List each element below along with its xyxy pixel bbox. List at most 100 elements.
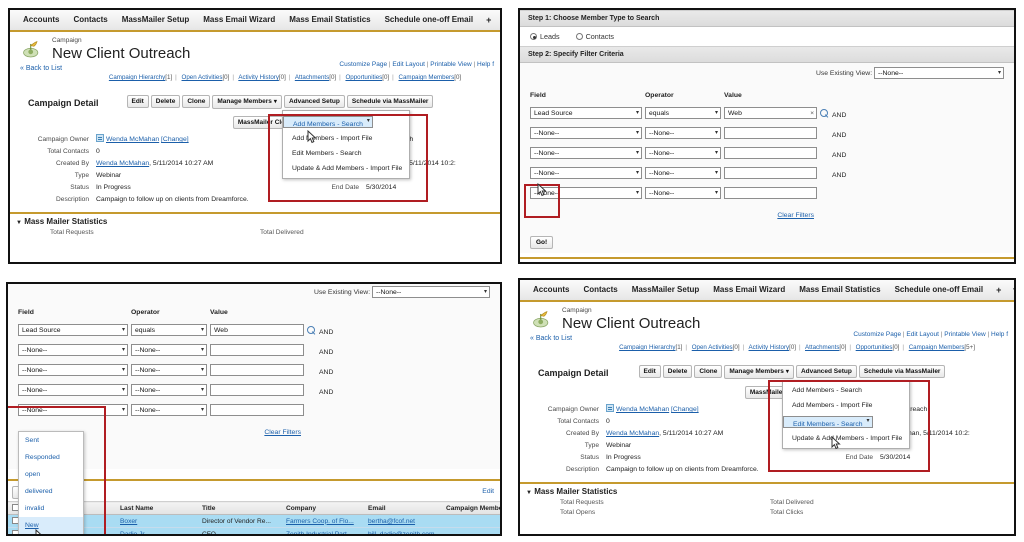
edit-button[interactable]: Edit: [127, 95, 149, 108]
collapse-arrow-icon-br[interactable]: ▼: [526, 490, 532, 496]
radio-contacts-icon[interactable]: [576, 33, 583, 40]
menu-item-add-members-search[interactable]: Add Members - Search: [283, 116, 373, 128]
tab-mass-email-statistics[interactable]: Mass Email Statistics: [282, 10, 377, 30]
criteria-field-select-0[interactable]: Lead Source: [530, 107, 642, 119]
link-company-1[interactable]: Zenith Industrial Part...: [286, 531, 352, 537]
link-printable-view[interactable]: Printable View: [430, 61, 471, 68]
schedule-via-massmailer-button-br[interactable]: Schedule via MassMailer: [859, 365, 946, 378]
link-last-name-1[interactable]: Dadio Jr: [120, 531, 145, 537]
add-tab-plus-icon-br[interactable]: +: [990, 280, 1007, 300]
criteria-operator-select-bl-0[interactable]: equals: [131, 324, 207, 336]
criteria-field-select-bl-2[interactable]: --None--: [18, 364, 128, 376]
tab-massmailer-setup-br[interactable]: MassMailer Setup: [625, 280, 707, 300]
status-item-invalid[interactable]: invalid: [19, 500, 83, 517]
schedule-via-massmailer-button[interactable]: Schedule via MassMailer: [347, 95, 434, 108]
menu-item-update-add-members-import-file-br[interactable]: Update & Add Members - Import File: [783, 431, 909, 446]
col-company-bl[interactable]: Company: [282, 502, 364, 515]
menu-item-add-members-search-br[interactable]: Add Members - Search: [783, 383, 909, 398]
criteria-value-input-bl-0[interactable]: Web: [210, 324, 304, 336]
criteria-operator-select-bl-2[interactable]: --None--: [131, 364, 207, 376]
status-item-delivered[interactable]: delivered: [19, 483, 83, 500]
list-edit-link-bl[interactable]: Edit: [482, 488, 494, 495]
col-title-bl[interactable]: Title: [198, 502, 282, 515]
collapse-arrow-icon[interactable]: ▼: [16, 220, 22, 226]
criteria-field-select-bl-3[interactable]: --None--: [18, 384, 128, 396]
manage-members-button[interactable]: Manage Members▾: [212, 95, 282, 109]
clone-button-br[interactable]: Clone: [694, 365, 722, 378]
radio-leads-icon[interactable]: [530, 33, 537, 40]
tab-overflow-chevron-down-icon-br[interactable]: ▾: [1007, 280, 1016, 300]
value-campaign-owner-br[interactable]: Wenda McMahan: [616, 406, 669, 413]
tab-mass-email-wizard-br[interactable]: Mass Email Wizard: [706, 280, 792, 300]
delete-button-br[interactable]: Delete: [663, 365, 693, 378]
menu-item-add-members-import-file[interactable]: Add Members - Import File: [283, 131, 409, 146]
clear-filters-link[interactable]: Clear Filters: [777, 212, 814, 219]
manage-members-button-br[interactable]: Manage Members▾: [724, 365, 794, 379]
add-tab-plus-icon[interactable]: +: [480, 10, 497, 30]
criteria-value-input-1[interactable]: [724, 127, 817, 139]
link-change-owner[interactable]: [Change]: [161, 136, 189, 143]
menu-item-edit-members-search[interactable]: Edit Members - Search: [283, 146, 409, 161]
rel-link-campaign-members[interactable]: Campaign Members: [399, 74, 455, 81]
criteria-field-select-1[interactable]: --None--: [530, 127, 642, 139]
criteria-value-input-bl-4[interactable]: [210, 404, 304, 416]
rel-link-campaign-hierarchy-br[interactable]: Campaign Hierarchy: [619, 344, 675, 351]
rel-link-open-activities[interactable]: Open Activities: [182, 74, 223, 81]
criteria-operator-select-3[interactable]: --None--: [645, 167, 721, 179]
link-email-0[interactable]: bertha@fcof.net: [368, 518, 415, 525]
link-customize-page-br[interactable]: Customize Page: [853, 331, 901, 338]
col-email-bl[interactable]: Email: [364, 502, 442, 515]
rel-link-activity-history-br[interactable]: Activity History: [749, 344, 790, 351]
status-item-new[interactable]: New: [19, 517, 83, 534]
link-company-0[interactable]: Farmers Coop. of Flo...: [286, 518, 354, 525]
go-button[interactable]: Go!: [530, 236, 553, 249]
link-help-br[interactable]: Help f: [991, 331, 1008, 338]
advanced-setup-button-br[interactable]: Advanced Setup: [796, 365, 857, 378]
clone-button[interactable]: Clone: [182, 95, 210, 108]
criteria-operator-select-bl-4[interactable]: --None--: [131, 404, 207, 416]
criteria-field-select-bl-4[interactable]: --None--: [18, 404, 128, 416]
cell-last-name-0[interactable]: Boxer: [116, 515, 198, 528]
value-campaign-owner[interactable]: Wenda McMahan: [106, 136, 159, 143]
link-edit-layout[interactable]: Edit Layout: [392, 61, 425, 68]
menu-item-add-members-import-file-br[interactable]: Add Members - Import File: [783, 398, 909, 413]
clear-filters-link-bl[interactable]: Clear Filters: [264, 429, 301, 436]
tab-accounts-br[interactable]: Accounts: [526, 280, 576, 300]
lookup-search-icon[interactable]: [820, 109, 829, 118]
value-created-by-br[interactable]: Wenda McMahan: [606, 430, 659, 437]
status-item-open[interactable]: open: [19, 466, 83, 483]
add-with-status-menu[interactable]: Sent Responded open delivered invalid Ne…: [18, 431, 84, 536]
edit-button-br[interactable]: Edit: [639, 365, 661, 378]
use-existing-view-select-bl[interactable]: --None--: [372, 286, 490, 298]
manage-members-dropdown[interactable]: Add Members - Search Add Members - Impor…: [282, 110, 410, 179]
criteria-value-input-4[interactable]: [724, 187, 817, 199]
clear-value-icon-0[interactable]: ×: [810, 108, 814, 119]
menu-item-update-add-members-import-file[interactable]: Update & Add Members - Import File: [283, 161, 409, 176]
rel-link-open-activities-br[interactable]: Open Activities: [692, 344, 733, 351]
cell-last-name-1[interactable]: Dadio Jr: [116, 528, 198, 537]
radio-contacts[interactable]: Contacts: [576, 32, 614, 41]
criteria-value-input-3[interactable]: [724, 167, 817, 179]
lookup-search-icon-bl[interactable]: [307, 326, 316, 335]
radio-leads[interactable]: Leads: [530, 32, 560, 41]
criteria-value-input-bl-3[interactable]: [210, 384, 304, 396]
rel-link-campaign-hierarchy[interactable]: Campaign Hierarchy: [109, 74, 165, 81]
cell-company-1[interactable]: Zenith Industrial Part...: [282, 528, 364, 537]
tab-accounts[interactable]: Accounts: [16, 10, 66, 30]
use-existing-view-select[interactable]: --None--: [874, 67, 1004, 79]
link-customize-page[interactable]: Customize Page: [339, 61, 387, 68]
status-item-more[interactable]: [19, 534, 83, 536]
criteria-value-input-bl-1[interactable]: [210, 344, 304, 356]
rel-link-attachments[interactable]: Attachments: [295, 74, 329, 81]
tab-mass-email-statistics-br[interactable]: Mass Email Statistics: [792, 280, 887, 300]
rel-link-attachments-br[interactable]: Attachments: [805, 344, 839, 351]
criteria-field-select-2[interactable]: --None--: [530, 147, 642, 159]
rel-link-opportunities[interactable]: Opportunities: [345, 74, 382, 81]
tab-mass-email-wizard[interactable]: Mass Email Wizard: [196, 10, 282, 30]
criteria-value-input-bl-2[interactable]: [210, 364, 304, 376]
rel-link-activity-history[interactable]: Activity History: [238, 74, 279, 81]
menu-item-edit-members-search-br[interactable]: Edit Members - Search: [783, 416, 873, 428]
criteria-operator-select-0[interactable]: equals: [645, 107, 721, 119]
status-item-sent[interactable]: Sent: [19, 432, 83, 449]
tab-contacts-br[interactable]: Contacts: [576, 280, 624, 300]
